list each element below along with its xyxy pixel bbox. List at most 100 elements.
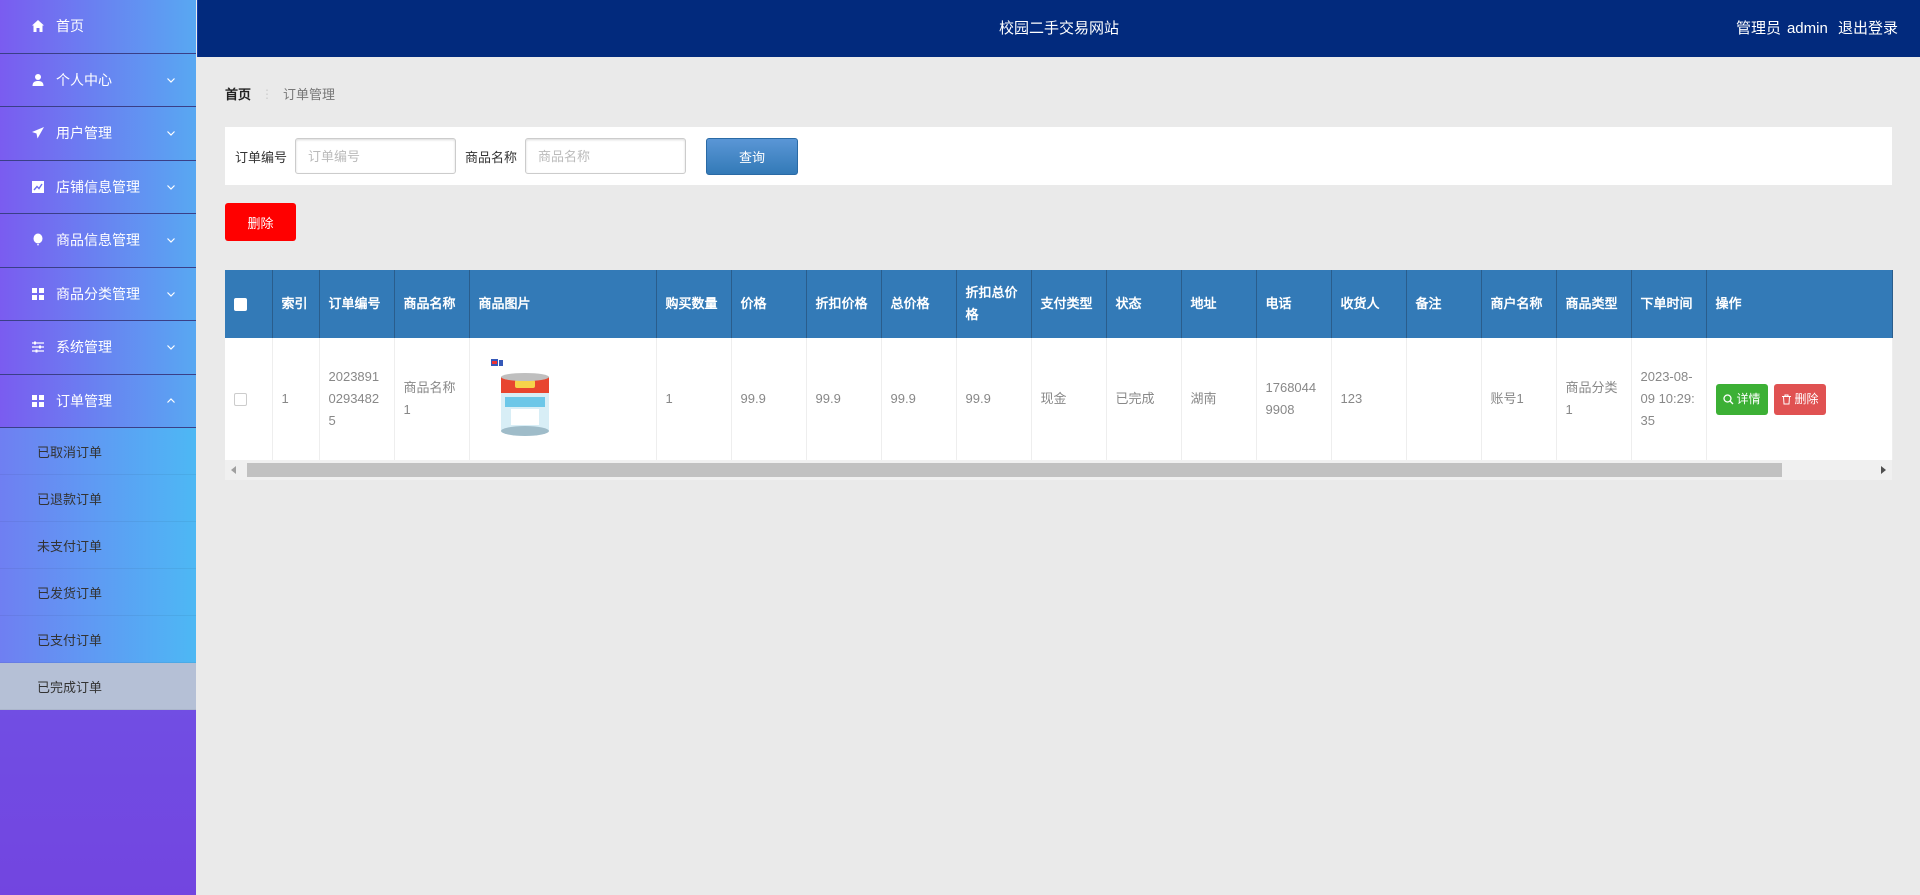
- sidebar-item-product-info[interactable]: 商品信息管理: [0, 214, 196, 268]
- column-header: 地址: [1181, 270, 1257, 338]
- sidebar-item-label: 个人中心: [56, 71, 112, 88]
- row-delete-button-label: 删除: [1794, 392, 1819, 406]
- sidebar-item-label: 系统管理: [56, 339, 112, 356]
- column-header: 状态: [1106, 270, 1182, 338]
- cell-status: 已完成: [1106, 338, 1182, 460]
- batch-delete-button[interactable]: 删除: [225, 203, 296, 241]
- column-header: 价格: [731, 270, 807, 338]
- cell-total-price: 99.9: [881, 338, 957, 460]
- horizontal-scrollbar[interactable]: [225, 460, 1892, 480]
- sidebar-item-label: 用户管理: [56, 125, 112, 142]
- chevron-down-icon: [167, 345, 175, 351]
- sidebar-item-personal-center[interactable]: 个人中心: [0, 53, 196, 107]
- user-area: 管理员 admin 退出登录: [1730, 0, 1898, 57]
- column-header: 订单编号: [319, 270, 395, 338]
- sidebar-item-label: 首页: [56, 18, 84, 35]
- cell-phone: 17680449908: [1256, 338, 1332, 460]
- sidebar-item-home[interactable]: 首页: [0, 0, 196, 54]
- query-button[interactable]: 查询: [706, 137, 799, 175]
- sidebar-subitem-completed-orders[interactable]: 已完成订单: [0, 663, 196, 710]
- sidebar-item-shop-info[interactable]: 店铺信息管理: [0, 160, 196, 214]
- sidebar-subitem-unpaid-orders[interactable]: 未支付订单: [0, 522, 196, 569]
- breadcrumb-separator-icon: ⋮: [261, 86, 274, 101]
- scroll-right-arrow-icon[interactable]: [1881, 466, 1886, 474]
- sidebar-item-product-category[interactable]: 商品分类管理: [0, 267, 196, 321]
- chevron-down-icon: [167, 77, 175, 83]
- user-role: 管理员: [1735, 20, 1781, 37]
- column-header: 收货人: [1331, 270, 1407, 338]
- chevron-down-icon: [167, 291, 175, 297]
- cell-pay-type: 现金: [1031, 338, 1107, 460]
- sidebar-item-label: 订单管理: [56, 392, 112, 409]
- cell-category: 商品分类1: [1556, 338, 1632, 460]
- cell-receiver: 123: [1331, 338, 1407, 460]
- sidebar-item-system[interactable]: 系统管理: [0, 321, 196, 375]
- select-all-checkbox[interactable]: [234, 297, 247, 311]
- cell-remark: [1406, 338, 1482, 460]
- column-header: 商品图片: [469, 270, 657, 338]
- chevron-down-icon: [167, 184, 175, 190]
- column-header: 总价格: [881, 270, 957, 338]
- cell-product-image: [469, 338, 657, 460]
- search-icon: [1722, 393, 1733, 404]
- balloon-icon: [30, 232, 46, 248]
- logout-link[interactable]: 退出登录: [1838, 20, 1898, 37]
- cell-order-time: 2023-08-09 10:29:35: [1631, 338, 1707, 460]
- sidebar-subitem-label: 已支付订单: [37, 632, 103, 648]
- grid-icon: [30, 393, 46, 409]
- cell-merchant: 账号1: [1481, 338, 1557, 460]
- column-header: 索引: [272, 270, 320, 338]
- top-header: 校园二手交易网站 管理员 admin 退出登录: [197, 0, 1920, 57]
- product-name-input[interactable]: [525, 138, 687, 174]
- sliders-icon: [30, 339, 46, 355]
- cell-actions: 详情 删除: [1706, 338, 1893, 460]
- sidebar-item-order-management[interactable]: 订单管理: [0, 374, 196, 428]
- site-title: 校园二手交易网站: [998, 20, 1119, 37]
- sidebar-item-label: 商品信息管理: [56, 232, 140, 249]
- row-select-cell: [225, 338, 273, 460]
- column-header: 折扣价格: [806, 270, 882, 338]
- row-checkbox[interactable]: [234, 392, 247, 406]
- sidebar-subitem-shipped-orders[interactable]: 已发货订单: [0, 569, 196, 616]
- sidebar-subitem-label: 未支付订单: [37, 538, 103, 554]
- column-header: 商品名称: [394, 270, 470, 338]
- sidebar-subitem-cancelled-orders[interactable]: 已取消订单: [0, 428, 196, 475]
- breadcrumb-home[interactable]: 首页: [225, 84, 251, 103]
- order-no-input[interactable]: [295, 138, 457, 174]
- sidebar-item-label: 商品分类管理: [56, 285, 140, 302]
- chart-icon: [30, 179, 46, 195]
- row-delete-button[interactable]: 删除: [1773, 383, 1826, 415]
- column-header: 电话: [1256, 270, 1332, 338]
- column-header: 商户名称: [1481, 270, 1557, 338]
- product-image[interactable]: [487, 359, 553, 439]
- detail-button[interactable]: 详情: [1715, 383, 1768, 415]
- order-no-label: 订单编号: [235, 149, 288, 165]
- scrollbar-thumb[interactable]: [247, 463, 1782, 477]
- home-icon: [30, 18, 46, 34]
- cell-address: 湖南: [1181, 338, 1257, 460]
- sidebar-item-label: 店铺信息管理: [56, 178, 140, 195]
- cell-order-no: 20238910293482 5: [319, 338, 395, 460]
- select-all-cell: [225, 270, 273, 338]
- column-header: 支付类型: [1031, 270, 1107, 338]
- detail-button-label: 详情: [1736, 392, 1761, 406]
- breadcrumb: 首页 ⋮ 订单管理: [225, 84, 335, 103]
- trash-icon: [1781, 394, 1791, 404]
- sidebar-item-user-management[interactable]: 用户管理: [0, 107, 196, 161]
- cell-discount-price: 99.9: [806, 338, 882, 460]
- search-panel: 订单编号 商品名称 查询: [225, 127, 1892, 185]
- sidebar-subitem-paid-orders[interactable]: 已支付订单: [0, 616, 196, 663]
- user-icon: [30, 72, 46, 88]
- chevron-down-icon: [167, 238, 175, 244]
- paper-plane-icon: [30, 125, 46, 141]
- product-name-label: 商品名称: [465, 149, 518, 165]
- column-header: 折扣总价格: [956, 270, 1032, 338]
- sidebar-subitem-refunded-orders[interactable]: 已退款订单: [0, 475, 196, 522]
- sidebar-subitem-label: 已完成订单: [37, 679, 103, 695]
- cell-quantity: 1: [656, 338, 732, 460]
- table-row: 1 20238910293482 5 商品名称1 1 99.9 99.9 99.…: [225, 338, 1893, 460]
- table-header-row: 索引 订单编号 商品名称 商品图片 购买数量 价格 折扣价格 总价格 折扣总价格…: [225, 270, 1893, 338]
- column-header: 备注: [1406, 270, 1482, 338]
- scroll-left-arrow-icon[interactable]: [231, 466, 236, 474]
- column-header: 商品类型: [1556, 270, 1632, 338]
